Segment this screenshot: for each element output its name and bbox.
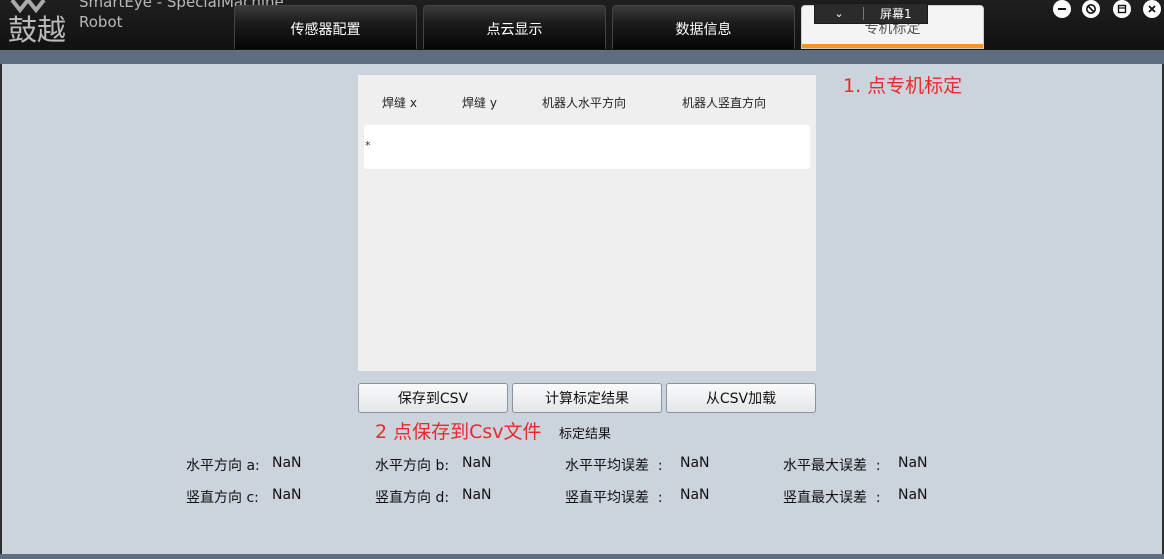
- load-csv-button[interactable]: 从CSV加载: [666, 383, 816, 413]
- screen-select-value: 屏幕1: [880, 7, 912, 21]
- tab-sensor-config[interactable]: 传感器配置: [234, 5, 417, 49]
- compute-calibration-button[interactable]: 计算标定结果: [512, 383, 662, 413]
- result-label-horizontal-mean-error: 水平平均误差 :: [565, 458, 663, 474]
- result-label-vertical-d: 竖直方向 d:: [375, 490, 450, 506]
- new-row-marker: *: [365, 139, 371, 152]
- column-header-weld-x[interactable]: 焊缝 x: [382, 94, 417, 111]
- calibration-result-title: 标定结果: [559, 427, 612, 442]
- result-label-horizontal-b: 水平方向 b:: [375, 458, 450, 474]
- annotation-step1: 1. 点专机标定: [843, 75, 963, 97]
- calibration-table[interactable]: 焊缝 x 焊缝 y 机器人水平方向 机器人竖直方向 *: [358, 75, 816, 371]
- new-row[interactable]: *: [364, 125, 810, 169]
- result-label-vertical-c: 竖直方向 c:: [186, 490, 259, 506]
- column-header-robot-vertical[interactable]: 机器人竖直方向: [682, 94, 766, 111]
- result-value-horizontal-mean-error: NaN: [680, 455, 710, 471]
- screen-select[interactable]: ⌄ 屏幕1: [814, 3, 928, 24]
- result-value-horizontal-b: NaN: [462, 455, 492, 471]
- annotation-step2: 2 点保存到Csv文件: [375, 421, 542, 443]
- tab-point-cloud[interactable]: 点云显示: [423, 5, 606, 49]
- chevron-down-icon[interactable]: ⌄: [815, 7, 864, 20]
- result-value-vertical-d: NaN: [462, 487, 492, 503]
- result-value-vertical-mean-error: NaN: [680, 487, 710, 503]
- result-value-vertical-c: NaN: [272, 487, 302, 503]
- brand: 鼓越 SmartEye - SpecialMachine Robot: [0, 0, 284, 50]
- header-separator: [0, 50, 1164, 64]
- logo-icon: 鼓越: [8, 0, 66, 46]
- result-value-horizontal-max-error: NaN: [898, 455, 928, 471]
- result-label-horizontal-max-error: 水平最大误差 :: [783, 458, 881, 474]
- result-value-horizontal-a: NaN: [272, 455, 302, 471]
- tab-label: 数据信息: [675, 21, 732, 38]
- close-icon[interactable]: [1143, 0, 1161, 18]
- title-bar: 鼓越 SmartEye - SpecialMachine Robot 传感器配置 …: [0, 0, 1164, 50]
- save-csv-button[interactable]: 保存到CSV: [358, 383, 508, 413]
- tab-label: 传感器配置: [290, 21, 361, 38]
- result-label-vertical-max-error: 竖直最大误差 :: [783, 490, 881, 506]
- result-label-horizontal-a: 水平方向 a:: [186, 458, 260, 474]
- footer-strip: [0, 554, 1164, 559]
- column-header-robot-horizontal[interactable]: 机器人水平方向: [542, 94, 626, 111]
- result-value-vertical-max-error: NaN: [898, 487, 928, 503]
- tab-data-info[interactable]: 数据信息: [612, 5, 795, 49]
- app-title-line2: Robot: [79, 13, 123, 31]
- calibration-panel: 焊缝 x 焊缝 y 机器人水平方向 机器人竖直方向 * 1. 点专机标定 保存到…: [2, 64, 1162, 554]
- column-header-weld-y[interactable]: 焊缝 y: [462, 94, 497, 111]
- no-entry-icon[interactable]: [1082, 0, 1100, 18]
- tab-label: 点云显示: [486, 21, 543, 38]
- restore-icon[interactable]: [1113, 0, 1131, 18]
- result-label-vertical-mean-error: 竖直平均误差 :: [565, 490, 663, 506]
- minimize-icon[interactable]: [1053, 0, 1071, 18]
- svg-text:鼓越: 鼓越: [8, 13, 66, 46]
